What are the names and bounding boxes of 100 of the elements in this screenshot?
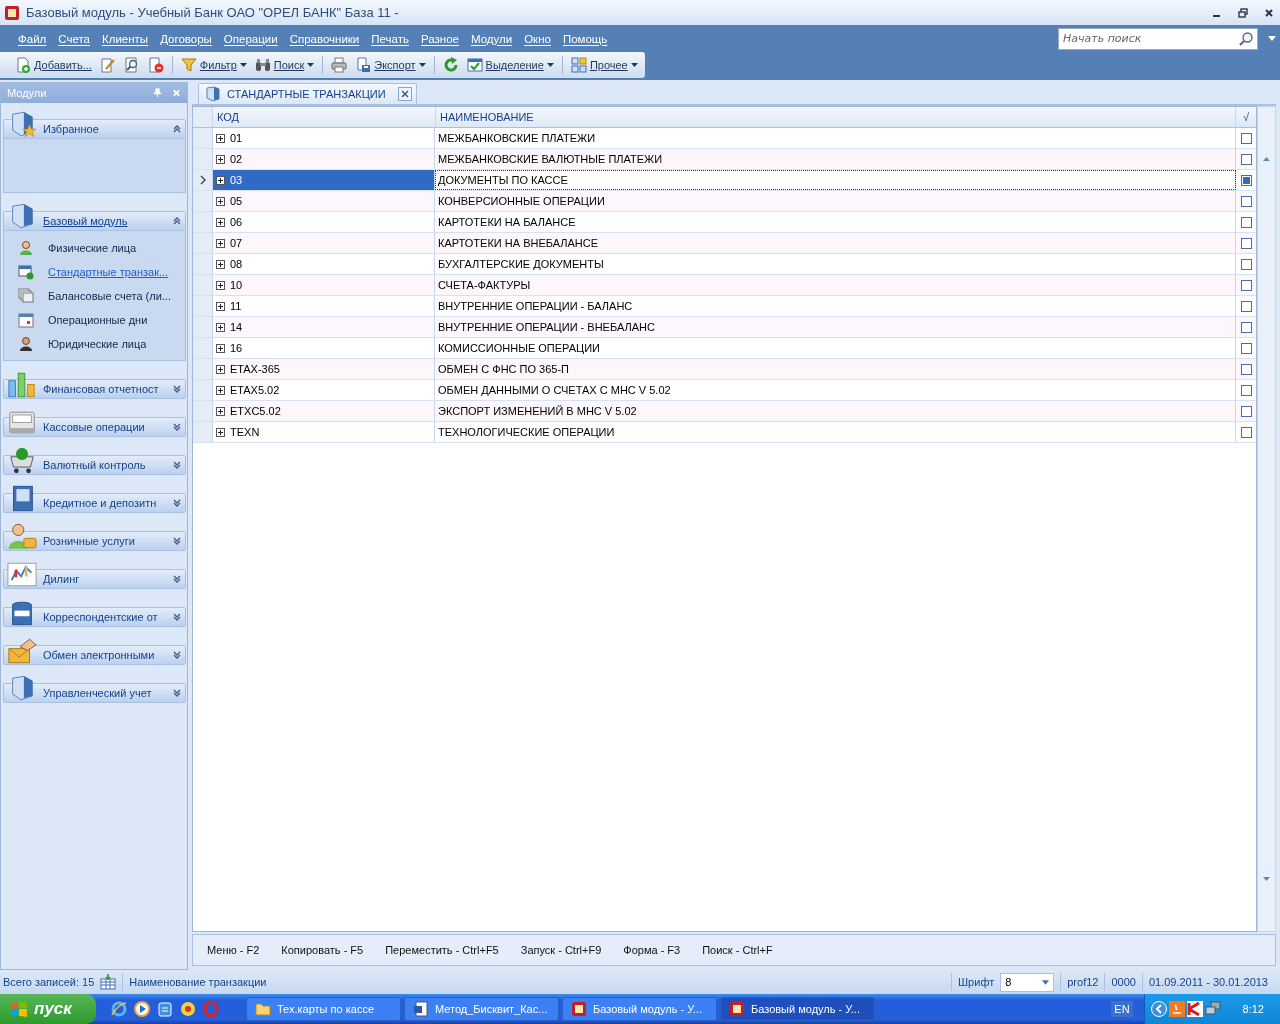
table-row[interactable]: ETAX-365 ОБМЕН С ФНС ПО 365-П [193, 359, 1256, 380]
module-group-title[interactable]: Корреспондентские от [43, 607, 158, 627]
table-row[interactable]: ETAX5.02 ОБМЕН ДАННЫМИ О СЧЕТАХ С МНС V 5.02 [193, 380, 1256, 401]
row-checkbox[interactable] [1240, 321, 1252, 333]
document-tab[interactable]: СТАНДАРТНЫЕ ТРАНЗАКЦИИ [198, 83, 417, 104]
taskbar-button[interactable]: Метод_Бисквит_Кас... [404, 997, 559, 1021]
module-group-title[interactable]: Кассовые операции [43, 417, 145, 437]
module-group-header[interactable]: Кассовые операции [3, 407, 186, 437]
module-group-header[interactable]: Управленческий учет [3, 673, 186, 703]
hotkey-hint[interactable]: Форма - F3 [623, 944, 681, 956]
column-header[interactable]: НАИМЕНОВАНИЕ [436, 107, 1236, 127]
taskbar-button[interactable]: Базовый модуль - У... [720, 997, 875, 1021]
menu-item[interactable]: Разное [415, 32, 465, 45]
table-row[interactable]: 03 ДОКУМЕНТЫ ПО КАССЕ [193, 170, 1256, 191]
menu-item[interactable]: Клиенты [96, 32, 155, 45]
module-group-header[interactable]: Обмен электронными [3, 635, 186, 665]
menu-item[interactable]: Модули [464, 32, 519, 45]
search-icon[interactable] [1238, 30, 1254, 47]
module-group-header[interactable]: Избранное [3, 109, 186, 139]
menu-item[interactable]: Справочники [283, 32, 366, 45]
row-checkbox[interactable] [1240, 216, 1252, 228]
module-group-title[interactable]: Розничные услуги [43, 531, 135, 551]
hotkey-hint[interactable]: Копировать - F5 [281, 944, 364, 956]
vertical-scrollbar[interactable] [1257, 106, 1276, 932]
chevron-left-icon[interactable] [1150, 1001, 1167, 1017]
close-icon[interactable] [1264, 7, 1274, 18]
table-row[interactable]: 16 КОМИССИОННЫЕ ОПЕРАЦИИ [193, 338, 1256, 359]
collapse-icon[interactable] [172, 124, 182, 134]
module-item[interactable]: Балансовые счета (ли... [4, 284, 185, 308]
more-button[interactable]: Прочее [567, 55, 641, 75]
module-group-header[interactable]: Валютный контроль [3, 445, 186, 475]
row-checkbox[interactable] [1240, 426, 1252, 438]
selection-button[interactable]: Выделение [463, 55, 557, 75]
table-row[interactable]: 14 ВНУТРЕННИЕ ОПЕРАЦИИ - ВНЕБАЛАНС [193, 317, 1256, 338]
expand-icon[interactable] [216, 133, 225, 143]
menu-item[interactable]: Договоры [154, 32, 218, 45]
table-row[interactable]: 01 МЕЖБАНКОВСКИЕ ПЛАТЕЖИ [193, 128, 1256, 149]
collapse-icon[interactable] [172, 216, 182, 226]
row-checkbox[interactable] [1240, 279, 1252, 291]
search-field[interactable]: Начать поиск [1058, 27, 1258, 50]
table-row[interactable]: 02 МЕЖБАНКОВСКИЕ ВАЛЮТНЫЕ ПЛАТЕЖИ [193, 149, 1256, 170]
module-group-title[interactable]: Управленческий учет [43, 683, 152, 703]
expand-icon[interactable] [216, 238, 225, 248]
module-group-title[interactable]: Избранное [43, 119, 99, 139]
hotkey-hint[interactable]: Поиск - Ctrl+F [702, 944, 773, 956]
taskbar-button[interactable]: Тех.карты по кассе [246, 997, 401, 1021]
add-button[interactable]: Добавить... [12, 55, 95, 75]
module-group-header[interactable]: Финансовая отчетност [3, 369, 186, 399]
row-checkbox[interactable] [1240, 405, 1252, 417]
table-row[interactable]: ETXC5.02 ЭКСПОРТ ИЗМЕНЕНИЙ В МНС V 5.02 [193, 401, 1256, 422]
module-group-title[interactable]: Финансовая отчетност [43, 379, 159, 399]
table-row[interactable]: 05 КОНВЕРСИОННЫЕ ОПЕРАЦИИ [193, 191, 1256, 212]
expand-icon[interactable] [216, 196, 225, 206]
font-size-select[interactable]: 8 [1000, 972, 1055, 992]
module-group-title[interactable]: Базовый модуль [43, 211, 128, 231]
row-checkbox[interactable] [1240, 174, 1252, 186]
column-header[interactable]: √ [1236, 107, 1256, 127]
module-group-title[interactable]: Обмен электронными [43, 645, 155, 665]
expand-icon[interactable] [216, 322, 225, 332]
round-app-icon[interactable] [180, 1001, 196, 1017]
menu-item[interactable]: Счета [52, 32, 96, 45]
hotkey-hint[interactable]: Переместить - Ctrl+F5 [385, 944, 499, 956]
java-icon[interactable] [1168, 1001, 1185, 1017]
menu-item[interactable]: Печать [365, 32, 415, 45]
expand-icon[interactable] [216, 217, 225, 227]
filter-button[interactable]: Фильтр [177, 55, 250, 75]
module-item[interactable]: Физические лица [4, 236, 185, 260]
module-item[interactable]: Операционные дни [4, 308, 185, 332]
play-icon[interactable] [134, 1001, 150, 1017]
module-group-header[interactable]: Корреспондентские от [3, 597, 186, 627]
dropdown-arrow-icon[interactable] [1268, 36, 1276, 41]
column-header[interactable]: КОД [213, 107, 436, 127]
taskbar-button[interactable]: Базовый модуль - У... [562, 997, 717, 1021]
row-checkbox[interactable] [1240, 237, 1252, 249]
dropdown-arrow-icon[interactable] [1042, 979, 1050, 985]
module-group-title[interactable]: Кредитное и депозитн [43, 493, 157, 513]
expand-icon[interactable] [216, 259, 225, 269]
expand-icon[interactable] [216, 154, 225, 164]
menu-item[interactable]: Помощь [556, 32, 614, 45]
row-checkbox[interactable] [1240, 300, 1252, 312]
close-icon[interactable] [397, 87, 412, 101]
row-checkbox[interactable] [1240, 258, 1252, 270]
export-button[interactable]: Экспорт [352, 55, 429, 75]
module-item[interactable]: Стандартные транзак... [4, 260, 185, 284]
row-checkbox[interactable] [1240, 384, 1252, 396]
table-row[interactable]: 10 СЧЕТА-ФАКТУРЫ [193, 275, 1256, 296]
row-checkbox[interactable] [1240, 195, 1252, 207]
expand-icon[interactable] [216, 175, 225, 185]
hotkey-hint[interactable]: Меню - F2 [207, 944, 260, 956]
row-checkbox[interactable] [1240, 363, 1252, 375]
menu-item[interactable]: Операции [217, 32, 284, 45]
table-row[interactable]: 06 КАРТОТЕКИ НА БАЛАНСЕ [193, 212, 1256, 233]
row-checkbox[interactable] [1240, 342, 1252, 354]
restore-icon[interactable] [1238, 7, 1248, 18]
scroll-up-icon[interactable] [1263, 157, 1270, 161]
expand-icon[interactable] [216, 343, 225, 353]
expand-icon[interactable] [216, 385, 225, 395]
expand-icon[interactable] [216, 280, 225, 290]
expand-icon[interactable] [216, 406, 225, 416]
search-button[interactable]: Поиск [251, 55, 318, 75]
